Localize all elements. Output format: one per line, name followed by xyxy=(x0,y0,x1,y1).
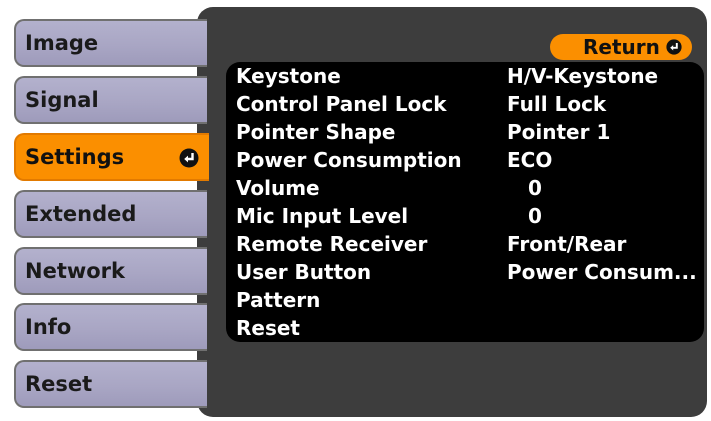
sidebar-item-network[interactable]: Network xyxy=(14,247,207,295)
menu-item-value: Pointer 1 xyxy=(507,120,611,144)
sidebar-item-extended[interactable]: Extended xyxy=(14,190,207,238)
sidebar-item-label: Signal xyxy=(25,88,99,112)
sidebar-item-image[interactable]: Image xyxy=(14,19,207,67)
enter-icon xyxy=(179,148,199,168)
menu-item-label: Reset xyxy=(236,316,300,340)
menu-item-label: Keystone xyxy=(236,64,341,88)
sidebar-item-reset[interactable]: Reset xyxy=(14,360,207,408)
return-button[interactable]: Return xyxy=(550,34,692,60)
menu-item-label: Power Consumption xyxy=(236,148,462,172)
sidebar-item-label: Image xyxy=(25,31,99,55)
sidebar-item-info[interactable]: Info xyxy=(14,303,207,351)
menu-item-label: Mic Input Level xyxy=(236,204,409,228)
menu-item-label: Remote Receiver xyxy=(236,232,428,256)
menu-item-volume[interactable]: Volume 0 xyxy=(226,174,704,202)
sidebar-item-signal[interactable]: Signal xyxy=(14,76,207,124)
menu-item-label: User Button xyxy=(236,260,372,284)
menu-item-label: Pattern xyxy=(236,288,321,312)
menu-item-value: Full Lock xyxy=(507,92,607,116)
menu-item-value: 0 xyxy=(528,204,542,228)
menu-item-label: Volume xyxy=(236,176,320,200)
menu-item-control-panel-lock[interactable]: Control Panel Lock Full Lock xyxy=(226,90,704,118)
settings-menu-list: Keystone H/V-Keystone Control Panel Lock… xyxy=(226,62,704,342)
menu-item-label: Pointer Shape xyxy=(236,120,396,144)
sidebar-item-settings[interactable]: Settings xyxy=(14,133,209,181)
menu-item-power-consumption[interactable]: Power Consumption ECO xyxy=(226,146,704,174)
sidebar-item-label: Network xyxy=(25,259,126,283)
menu-item-user-button[interactable]: User Button Power Consum... xyxy=(226,258,704,286)
enter-icon xyxy=(666,39,682,55)
return-button-label: Return xyxy=(583,35,660,59)
sidebar-item-label: Info xyxy=(25,315,72,339)
sidebar-item-label: Reset xyxy=(25,372,93,396)
sidebar-item-label: Extended xyxy=(25,202,137,226)
projector-menu: Image Signal Settings Extended Network I… xyxy=(0,0,711,421)
menu-item-mic-input-level[interactable]: Mic Input Level 0 xyxy=(226,202,704,230)
menu-item-pointer-shape[interactable]: Pointer Shape Pointer 1 xyxy=(226,118,704,146)
menu-item-reset[interactable]: Reset xyxy=(226,314,704,342)
menu-item-value: Front/Rear xyxy=(507,232,627,256)
sidebar-item-label: Settings xyxy=(25,145,125,169)
menu-item-value: H/V-Keystone xyxy=(507,64,659,88)
menu-item-value: Power Consum... xyxy=(507,260,697,284)
menu-item-keystone[interactable]: Keystone H/V-Keystone xyxy=(226,62,704,90)
menu-item-pattern[interactable]: Pattern xyxy=(226,286,704,314)
menu-item-value: 0 xyxy=(528,176,542,200)
menu-item-remote-receiver[interactable]: Remote Receiver Front/Rear xyxy=(226,230,704,258)
menu-item-label: Control Panel Lock xyxy=(236,92,447,116)
menu-item-value: ECO xyxy=(507,148,553,172)
